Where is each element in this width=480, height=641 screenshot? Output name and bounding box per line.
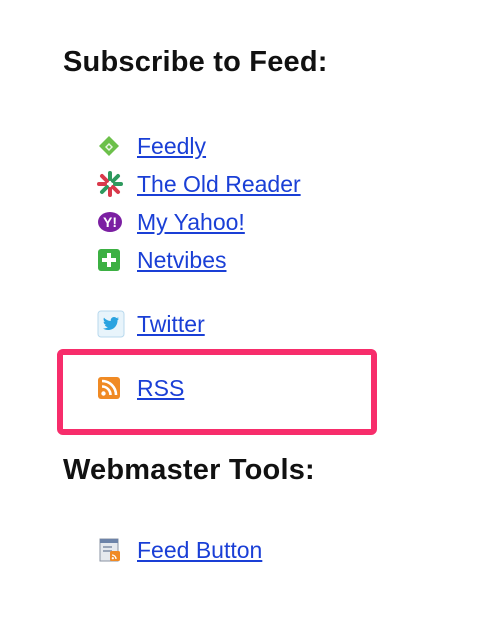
my-yahoo-item: Y! My Yahoo! xyxy=(97,207,245,237)
feedly-item: Feedly xyxy=(97,131,206,161)
netvibes-link[interactable]: Netvibes xyxy=(137,247,226,274)
twitter-item: Twitter xyxy=(97,309,205,339)
feedly-icon xyxy=(97,132,129,160)
subscribe-heading: Subscribe to Feed: xyxy=(63,46,328,78)
rss-icon xyxy=(97,374,129,402)
twitter-icon xyxy=(97,310,129,338)
old-reader-icon xyxy=(97,170,129,198)
feedly-link[interactable]: Feedly xyxy=(137,133,206,160)
twitter-link[interactable]: Twitter xyxy=(137,311,205,338)
feed-button-item: Feed Button xyxy=(97,535,262,565)
old-reader-link[interactable]: The Old Reader xyxy=(137,171,301,198)
rss-link[interactable]: RSS xyxy=(137,375,184,402)
yahoo-icon: Y! xyxy=(97,208,129,236)
feed-button-icon xyxy=(97,536,129,564)
netvibes-item: Netvibes xyxy=(97,245,226,275)
rss-item: RSS xyxy=(97,373,184,403)
webmaster-tools-heading: Webmaster Tools: xyxy=(63,454,315,486)
old-reader-item: The Old Reader xyxy=(97,169,301,199)
my-yahoo-link[interactable]: My Yahoo! xyxy=(137,209,245,236)
netvibes-icon xyxy=(97,246,129,274)
feed-button-link[interactable]: Feed Button xyxy=(137,537,262,564)
svg-text:Y!: Y! xyxy=(103,214,117,230)
